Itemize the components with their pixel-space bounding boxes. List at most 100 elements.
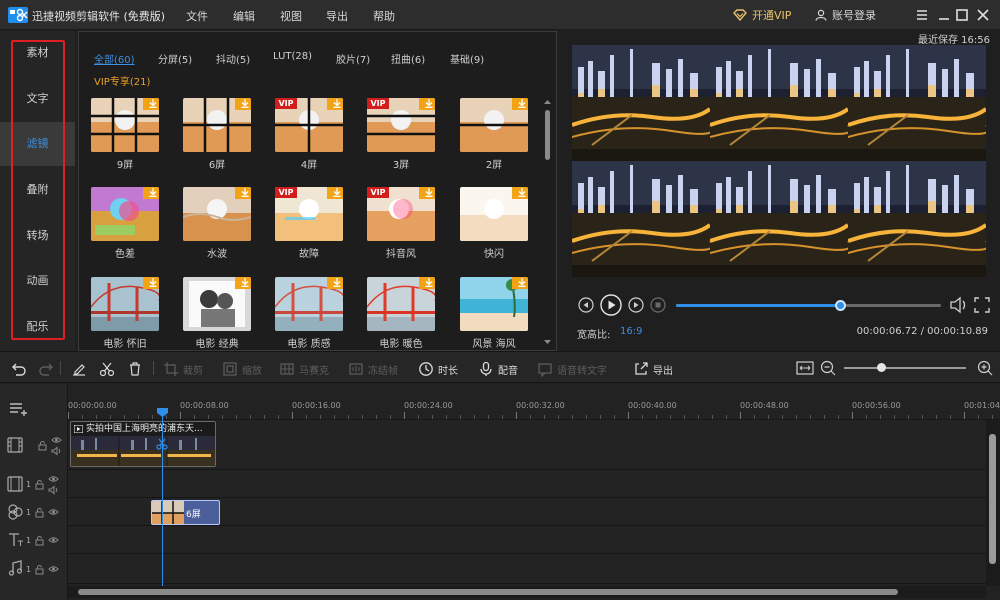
download-icon[interactable] [512,187,528,199]
fit-timeline-icon[interactable] [796,360,814,376]
open-vip-button[interactable]: 开通VIP [733,7,791,23]
eye-icon[interactable] [48,564,59,574]
category-tab-shake[interactable]: 抖动(5) [216,51,250,66]
menu-edit[interactable]: 编辑 [233,8,255,24]
eye-icon[interactable] [48,474,59,484]
eye-icon[interactable] [51,435,62,445]
account-login-button[interactable]: 账号登录 [815,7,876,23]
undo-button[interactable] [10,361,26,377]
timeline-zoom-slider[interactable] [844,363,966,372]
category-tab-split[interactable]: 分屏(5) [158,51,192,66]
freeze-button[interactable]: 冻结帧 [348,361,398,377]
export-button[interactable]: 导出 [633,361,673,377]
nav-item-text[interactable]: 文字 [0,77,75,121]
category-tab-lut[interactable]: LUT(28) [273,51,312,62]
zoom-in-icon[interactable] [977,360,993,376]
filter-thumbnail[interactable] [460,187,528,241]
download-icon[interactable] [235,98,251,110]
maximize-icon[interactable] [952,5,972,25]
dub-button[interactable]: 配音 [478,361,518,377]
eye-icon[interactable] [48,535,59,545]
category-tab-vip[interactable]: VIP专享(21) [94,73,150,88]
lock-icon[interactable] [34,479,45,490]
category-tab-basic[interactable]: 基础(9) [450,51,484,66]
mosaic-button[interactable]: 马赛克 [279,361,329,377]
category-tab-distort[interactable]: 扭曲(6) [391,51,425,66]
nav-item-music[interactable]: 配乐 [0,305,75,349]
speaker-icon[interactable] [48,484,59,495]
filter-thumbnail[interactable]: VIP [367,98,435,152]
playhead-handle[interactable] [157,408,168,417]
split-scissors-icon[interactable] [156,438,168,450]
download-icon[interactable] [327,187,343,199]
minimize-icon[interactable] [934,5,954,25]
speaker-icon[interactable] [51,445,62,456]
nav-item-animation[interactable]: 动画 [0,259,75,303]
add-track-icon[interactable] [9,401,29,417]
redo-button[interactable] [39,361,55,377]
timeline-vertical-scrollbar[interactable] [986,420,1000,586]
filter-thumbnail[interactable] [183,187,251,241]
filter-thumbnail[interactable] [91,187,159,241]
category-tab-film[interactable]: 胶片(7) [336,51,370,66]
fullscreen-icon[interactable] [973,296,991,314]
aspect-ratio-value[interactable]: 16:9 [620,326,642,337]
menu-export[interactable]: 导出 [326,8,348,24]
lock-icon[interactable] [37,440,48,451]
cut-button[interactable] [99,361,115,377]
zoom-out-icon[interactable] [820,360,836,376]
filter-thumbnail[interactable] [460,98,528,152]
filter-thumbnail[interactable]: VIP [275,187,343,241]
timeline-vertical-scroll-thumb[interactable] [989,434,996,564]
download-icon[interactable] [327,277,343,289]
delete-button[interactable] [127,361,143,377]
download-icon[interactable] [512,98,528,110]
nav-item-filter[interactable]: 滤镜 [0,122,75,166]
menu-view[interactable]: 视图 [280,8,302,24]
speech-to-text-button[interactable]: 语音转文字 [537,361,607,377]
volume-icon[interactable] [949,296,969,314]
download-icon[interactable] [235,187,251,199]
timeline-ruler[interactable]: 00:00:00.00 00:00:08.00 00:00:16.00 00:00:2… [68,384,1000,420]
filter-thumbnail[interactable] [367,277,435,331]
timeline-horizontal-scrollbar[interactable] [68,586,986,598]
download-icon[interactable] [143,277,159,289]
crop-button[interactable]: 裁剪 [163,361,203,377]
filter-thumbnail[interactable]: VIP [275,98,343,152]
preview-video[interactable] [572,45,986,277]
filter-thumbnail[interactable] [183,98,251,152]
download-icon[interactable] [419,98,435,110]
filter-thumbnail[interactable] [91,98,159,152]
download-icon[interactable] [419,277,435,289]
nav-item-material[interactable]: 素材 [0,31,75,75]
zoom-tool-button[interactable]: 缩放 [222,361,262,377]
text-track[interactable] [68,526,986,554]
prev-frame-icon[interactable] [578,297,594,313]
download-icon[interactable] [143,98,159,110]
download-icon[interactable] [512,277,528,289]
play-icon[interactable] [600,294,622,316]
filter-thumbnail[interactable] [91,277,159,331]
duration-button[interactable]: 时长 [418,361,458,377]
category-tab-all[interactable]: 全部(60) [94,51,135,66]
stop-icon[interactable] [650,297,666,313]
lock-icon[interactable] [34,564,45,575]
timeline-zoom-knob[interactable] [876,363,886,372]
video-overlay-track[interactable] [68,470,986,498]
nav-item-overlay[interactable]: 叠附 [0,168,75,212]
filter-thumbnail[interactable] [183,277,251,331]
filter-panel-scrollbar[interactable] [543,98,552,346]
filter-thumbnail[interactable]: VIP [367,187,435,241]
download-icon[interactable] [419,187,435,199]
close-icon[interactable] [973,5,993,25]
lock-icon[interactable] [34,535,45,546]
download-icon[interactable] [235,277,251,289]
menu-hamburger-icon[interactable] [912,5,932,25]
next-frame-icon[interactable] [628,297,644,313]
eye-icon[interactable] [48,507,59,517]
download-icon[interactable] [327,98,343,110]
edit-button[interactable] [71,361,87,377]
music-track[interactable] [68,554,986,584]
playback-progress-bar[interactable] [676,300,941,311]
filter-thumbnail[interactable] [275,277,343,331]
